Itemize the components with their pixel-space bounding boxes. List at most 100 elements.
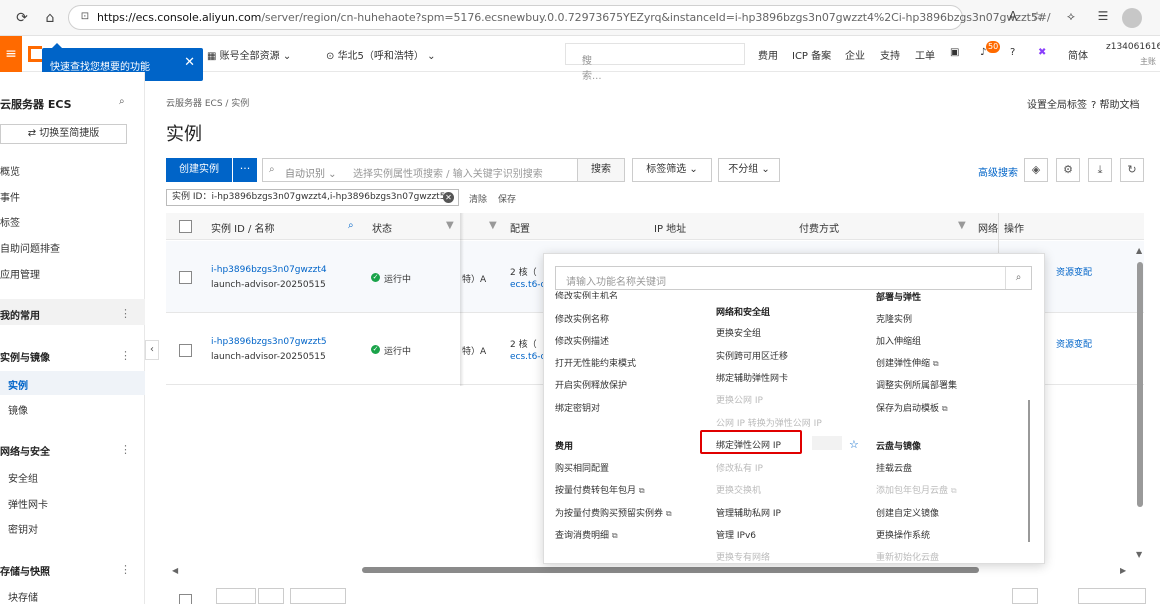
more-icon[interactable]: ⋮: [120, 443, 131, 456]
hamburger-icon[interactable]: ≡: [0, 36, 22, 72]
select-all-checkbox[interactable]: [179, 220, 192, 233]
panel-item-zone-migrate[interactable]: 实例跨可用区迁移: [716, 349, 788, 362]
spec-link[interactable]: ecs.t6-c: [510, 352, 546, 362]
favorite-star-icon[interactable]: ☆: [1028, 9, 1046, 23]
spec-link[interactable]: ecs.t6-c: [510, 280, 546, 290]
panel-item-modify-hostname[interactable]: 修改实例主机名: [555, 289, 618, 299]
tag-filter-button[interactable]: 标签筛选 ⌄: [632, 158, 712, 182]
clear-filter-link[interactable]: 清除: [469, 192, 487, 205]
sidebar-item-images[interactable]: 镜像: [8, 402, 28, 417]
horizontal-scrollbar[interactable]: [362, 567, 979, 573]
filter-icon[interactable]: ▼: [958, 220, 966, 231]
scroll-right-icon[interactable]: ▶: [1120, 566, 1126, 575]
panel-item-change-os[interactable]: 更换操作系统: [876, 528, 930, 541]
scroll-left-icon[interactable]: ◀: [172, 566, 178, 575]
filter-mode-select[interactable]: 自动识别 ⌄: [285, 165, 337, 180]
pager-page[interactable]: [1012, 588, 1038, 604]
panel-item-billing-detail[interactable]: 查询消费明细 ⧉: [555, 528, 618, 541]
panel-item-bind-eni[interactable]: 绑定辅助弹性网卡: [716, 371, 788, 384]
footer-button[interactable]: [216, 588, 256, 604]
panel-scrollbar[interactable]: [1028, 400, 1030, 542]
panel-item-ipv6[interactable]: 管理 IPv6: [716, 528, 756, 541]
help-icon[interactable]: ?: [1010, 47, 1015, 58]
panel-item-create-scaling[interactable]: 创建弹性伸缩 ⧉: [876, 356, 939, 369]
extensions-icon[interactable]: ⟡: [1062, 9, 1080, 24]
search-icon[interactable]: ⌕: [348, 220, 354, 231]
panel-item-deploy-set[interactable]: 调整实例所属部署集: [876, 378, 957, 391]
sidebar-item-apps[interactable]: 应用管理: [0, 266, 40, 281]
save-filter-link[interactable]: 保存: [498, 192, 516, 205]
resource-change-link[interactable]: 资源变配: [1056, 265, 1092, 278]
star-icon[interactable]: ☆: [849, 438, 859, 451]
resource-change-link[interactable]: 资源变配: [1056, 337, 1092, 350]
layout-settings-icon[interactable]: ◈: [1024, 158, 1048, 182]
gear-icon[interactable]: ⚙: [1056, 158, 1080, 182]
panel-item-release-protect[interactable]: 开启实例释放保护: [555, 378, 627, 391]
panel-item-buy-same[interactable]: 购买相同配置: [555, 461, 609, 474]
panel-item-to-subscription[interactable]: 按量付费转包年包月 ⧉: [555, 483, 645, 496]
panel-item-bind-keypair[interactable]: 绑定密钥对: [555, 401, 600, 414]
panel-item-create-image[interactable]: 创建自定义镜像: [876, 506, 939, 519]
read-aloud-icon[interactable]: A: [1004, 9, 1022, 23]
sidebar-item-security-group[interactable]: 安全组: [8, 470, 38, 485]
filter-icon[interactable]: ▼: [489, 220, 497, 231]
switch-simple-button[interactable]: ⇄ 切换至简捷版: [0, 124, 127, 144]
header-search-input[interactable]: ⌕ 搜索...: [565, 43, 745, 82]
header-link-icp[interactable]: ICP 备案: [792, 47, 831, 62]
sidebar-item-troubleshoot[interactable]: 自助问题排查: [0, 240, 60, 255]
panel-item-reserved-instance[interactable]: 为按量付费购买预留实例券 ⧉: [555, 506, 672, 519]
header-link-ticket[interactable]: 工单: [915, 47, 935, 62]
refresh-icon[interactable]: ↻: [1120, 158, 1144, 182]
search-icon[interactable]: ⌕: [1005, 267, 1031, 289]
footer-button-2[interactable]: [290, 588, 346, 604]
sidebar-item-events[interactable]: 事件: [0, 189, 20, 204]
download-icon[interactable]: ⤓: [1088, 158, 1112, 182]
advanced-search-link[interactable]: 高级搜索: [978, 164, 1018, 179]
sidebar-item-instances[interactable]: 实例: [8, 377, 28, 392]
more-icon[interactable]: ⋮: [120, 307, 131, 320]
language-switch[interactable]: 简体: [1068, 47, 1088, 62]
panel-item-join-scaling[interactable]: 加入伸缩组: [876, 334, 921, 347]
panel-item-change-sg[interactable]: 更换安全组: [716, 326, 761, 339]
page-size-select[interactable]: [1078, 588, 1146, 604]
more-icon[interactable]: ⋮: [120, 349, 131, 362]
search-icon[interactable]: ⌕: [119, 96, 125, 107]
ai-assistant-icon[interactable]: ✖: [1038, 47, 1046, 58]
footer-button-more[interactable]: [258, 588, 284, 604]
user-name[interactable]: z13406161616: [1106, 42, 1160, 52]
resource-group-selector[interactable]: ▦ 账号全部资源 ⌄: [207, 47, 291, 62]
favorites-icon[interactable]: ☰: [1094, 9, 1112, 23]
header-link-enterprise[interactable]: 企业: [845, 47, 865, 62]
sidebar-item-tags[interactable]: 标签: [0, 214, 20, 229]
header-link-support[interactable]: 支持: [880, 47, 900, 62]
panel-item-clone[interactable]: 克隆实例: [876, 312, 912, 325]
header-link-fee[interactable]: 费用: [758, 47, 778, 62]
footer-checkbox[interactable]: [179, 594, 192, 604]
instance-id-link[interactable]: i-hp3896bzgs3n07gwzzt5: [211, 337, 327, 347]
more-icon[interactable]: ⋮: [120, 563, 131, 576]
filter-icon[interactable]: ▼: [446, 220, 454, 231]
address-bar[interactable]: ⊡ https://ecs.console.aliyun.com/server/…: [68, 5, 1051, 30]
group-filter-select[interactable]: 不分组 ⌄: [718, 158, 780, 182]
close-icon[interactable]: ✕: [184, 55, 195, 70]
terminal-icon[interactable]: ▣: [950, 47, 959, 58]
sidebar-item-block-storage[interactable]: 块存储: [8, 589, 38, 604]
panel-search-input[interactable]: 请输入功能名称关键词 ⌕: [555, 266, 1032, 290]
vertical-scrollbar[interactable]: [1137, 262, 1143, 507]
panel-item-unlimited-mode[interactable]: 打开无性能约束模式: [555, 356, 636, 369]
panel-item-modify-desc[interactable]: 修改实例描述: [555, 334, 609, 347]
scroll-down-icon[interactable]: ▼: [1136, 550, 1142, 559]
reload-icon[interactable]: ⟳: [12, 8, 32, 28]
search-button[interactable]: 搜索: [577, 158, 625, 182]
sidebar-item-keypair[interactable]: 密钥对: [8, 521, 38, 536]
sidebar-item-eni[interactable]: 弹性网卡: [8, 496, 48, 511]
instance-id-link[interactable]: i-hp3896bzgs3n07gwzzt4: [211, 265, 327, 275]
more-actions-button[interactable]: ···: [233, 158, 257, 182]
panel-item-secondary-ip[interactable]: 管理辅助私网 IP: [716, 506, 781, 519]
instance-filter-input[interactable]: ⌕ 自动识别 ⌄ 选择实例属性项搜索 / 输入关键字识别搜索: [262, 158, 578, 182]
close-icon[interactable]: ✕: [443, 192, 454, 203]
profile-avatar[interactable]: [1122, 8, 1142, 28]
sidebar-item-overview[interactable]: 概览: [0, 163, 20, 178]
region-selector[interactable]: ⊙ 华北5（呼和浩特） ⌄: [326, 47, 436, 62]
scroll-up-icon[interactable]: ▲: [1136, 246, 1142, 255]
